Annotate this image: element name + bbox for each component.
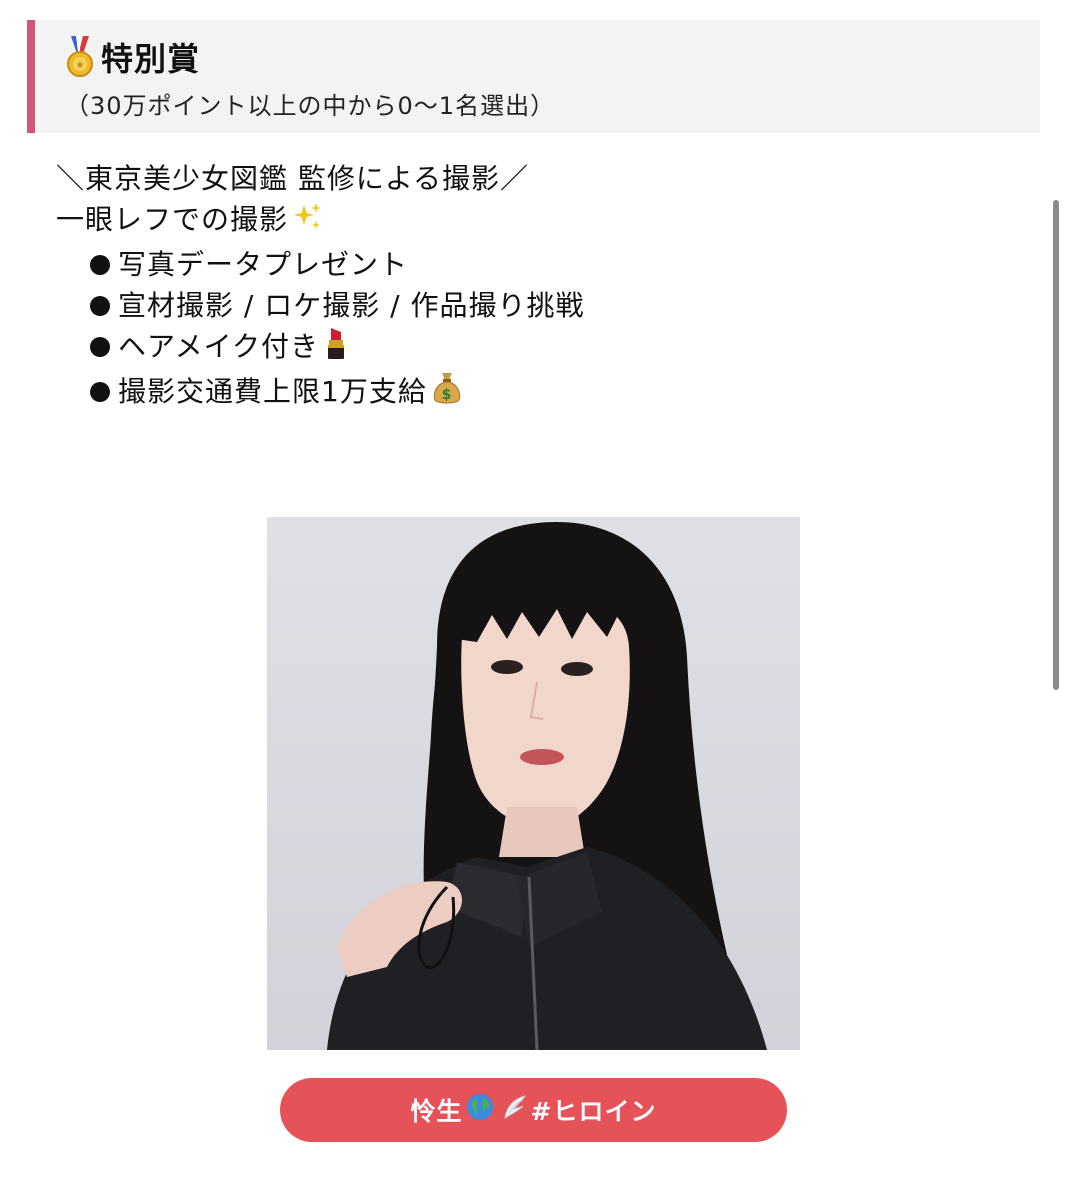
award-title: 特別賞 [101,40,201,78]
wing-icon [499,1092,529,1128]
description-line-2: 一眼レフでの撮影 [56,199,584,244]
globe-icon [465,1092,495,1128]
description: ＼東京美少女図鑑 監修による撮影／ 一眼レフでの撮影 写真データプレゼント 宣材… [56,158,584,416]
list-item-text: ヘアメイク付き [118,330,320,363]
list-item: ヘアメイク付き [56,326,584,371]
list-item: 撮影交通費上限1万支給 $ [56,371,584,416]
bullet-dot [90,382,110,402]
bullet-dot [90,255,110,275]
scrollbar-thumb[interactable] [1053,200,1059,690]
medal-icon: ★ [65,36,95,78]
sparkles-icon [292,201,324,244]
svg-text:$: $ [441,387,452,403]
benefit-list: 写真データプレゼント 宣材撮影 / ロケ撮影 / 作品撮り挑戦 ヘアメイク付き … [56,244,584,416]
award-subtitle: （30万ポイント以上の中から0〜1名選出） [65,92,556,120]
scrollbar[interactable] [1053,200,1059,690]
list-item-text: 宣材撮影 / ロケ撮影 / 作品撮り挑戦 [118,289,585,322]
award-title-row: ★ 特別賞 [65,34,200,80]
award-header: ★ 特別賞 （30万ポイント以上の中から0〜1名選出） [27,20,1040,133]
bullet-dot [90,296,110,316]
description-line-1: ＼東京美少女図鑑 監修による撮影／ [56,162,530,195]
lipstick-icon [323,326,349,371]
svg-text:★: ★ [76,60,85,71]
bullet-dot [90,337,110,357]
list-item: 写真データプレゼント [56,244,584,285]
portrait-photo [267,517,800,1050]
list-item-text: 写真データプレゼント [118,248,409,281]
name-button-tag: #ヒロイン [530,1097,657,1126]
description-line-2-text: 一眼レフでの撮影 [56,203,289,236]
money-bag-icon: $ [431,371,463,416]
list-item-text: 撮影交通費上限1万支給 [118,375,427,408]
list-item: 宣材撮影 / ロケ撮影 / 作品撮り挑戦 [56,285,584,326]
name-button-name: 怜生 [410,1097,463,1126]
name-button[interactable]: 怜生 #ヒロイン [280,1078,787,1142]
page: ★ 特別賞 （30万ポイント以上の中から0〜1名選出） ＼東京美少女図鑑 監修に… [0,0,1067,1200]
